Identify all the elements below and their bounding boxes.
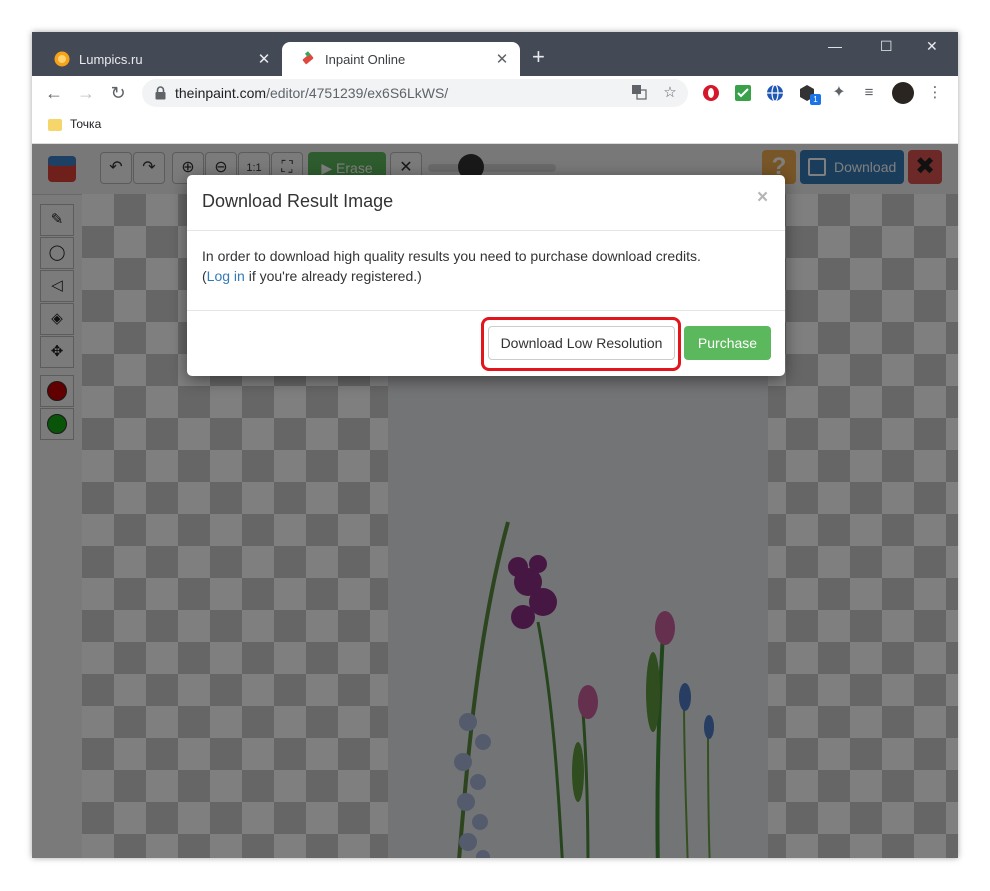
lock-icon[interactable]	[155, 86, 166, 100]
menu-kebab-icon[interactable]: ⋮	[926, 84, 944, 102]
new-tab-icon[interactable]: +	[532, 46, 545, 68]
puzzle-extensions-icon[interactable]: ✦	[830, 84, 848, 102]
url-host: theinpaint.com	[175, 85, 267, 101]
minimize-icon[interactable]: —	[828, 38, 842, 54]
dialog-message: In order to download high quality result…	[202, 246, 762, 286]
url-path: /editor/4751239/ex6S6LkWS/	[266, 85, 449, 101]
address-bar[interactable]: theinpaint.com/editor/4751239/ex6S6LkWS/…	[142, 79, 688, 107]
download-low-resolution-button[interactable]: Download Low Resolution	[488, 326, 675, 360]
tab-lumpics[interactable]: Lumpics.ru ✕	[36, 42, 282, 76]
dialog-title: Download Result Image	[202, 191, 394, 211]
back-icon[interactable]: ←	[42, 81, 66, 105]
tab-close-icon[interactable]: ✕	[252, 50, 276, 68]
opera-extension-icon[interactable]	[702, 84, 720, 102]
media-control-icon[interactable]: ≡	[860, 84, 878, 102]
page-content: ↶ ↷ ⊕ ⊖ 1:1 ⛶ ▶ Erase ✕ ? Download ✖ ✎ ◯…	[32, 144, 958, 858]
forward-icon[interactable]: →	[74, 81, 98, 105]
url-text[interactable]: theinpaint.com/editor/4751239/ex6S6LkWS/	[175, 85, 448, 101]
inpaint-favicon-icon	[302, 51, 314, 65]
tab-strip: Lumpics.ru ✕ Inpaint Online ✕ + — ☐ ✕	[32, 32, 958, 76]
extension-badge: 1	[810, 94, 821, 105]
divider	[187, 230, 785, 231]
divider	[187, 310, 785, 311]
tab-title: Lumpics.ru	[79, 51, 143, 67]
bookmark-star-icon[interactable]: ☆	[661, 84, 679, 102]
translate-icon[interactable]	[630, 84, 648, 102]
avatar[interactable]	[892, 82, 914, 104]
bookmark-tochka[interactable]: Точка	[70, 117, 101, 131]
window-close-icon[interactable]: ✕	[926, 38, 938, 55]
folder-icon	[48, 119, 62, 131]
tab-inpaint[interactable]: Inpaint Online ✕	[282, 42, 520, 76]
download-dialog: Download Result Image × In order to down…	[187, 175, 785, 376]
message-line-2: if you're already registered.)	[244, 268, 422, 284]
tab-close-icon[interactable]: ✕	[490, 50, 514, 68]
purchase-button[interactable]: Purchase	[684, 326, 771, 360]
tab-title: Inpaint Online	[325, 51, 406, 67]
vpn-extension-icon[interactable]	[766, 84, 784, 102]
checkmark-extension-icon[interactable]	[734, 84, 752, 102]
browser-toolbar: ← → ↻ theinpaint.com/editor/4751239/ex6S…	[32, 76, 958, 110]
browser-window: Lumpics.ru ✕ Inpaint Online ✕ + — ☐ ✕ ← …	[32, 32, 958, 858]
bookmarks-bar: Точка	[32, 110, 958, 144]
reload-icon[interactable]: ↻	[106, 81, 130, 105]
lumpics-favicon-icon	[54, 51, 70, 67]
maximize-icon[interactable]: ☐	[880, 38, 893, 55]
message-line-1: In order to download high quality result…	[202, 248, 701, 264]
login-link[interactable]: Log in	[207, 268, 245, 284]
dialog-close-icon[interactable]: ×	[757, 187, 768, 209]
